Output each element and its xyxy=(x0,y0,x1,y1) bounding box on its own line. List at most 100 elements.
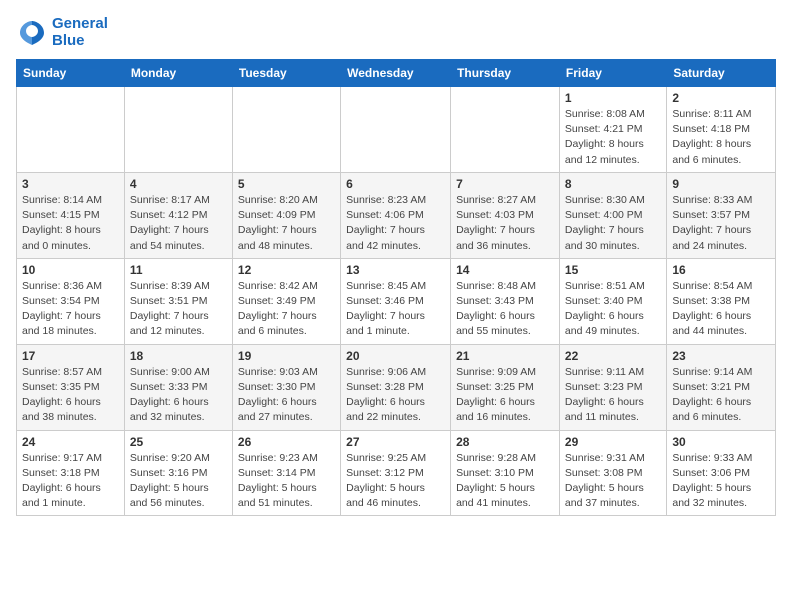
day-number: 8 xyxy=(565,177,661,191)
calendar-cell xyxy=(451,87,560,173)
calendar-cell: 25 Sunrise: 9:20 AM Sunset: 3:16 PM Dayli… xyxy=(124,430,232,516)
day-number: 19 xyxy=(238,349,335,363)
calendar-cell: 11 Sunrise: 8:39 AM Sunset: 3:51 PM Dayli… xyxy=(124,258,232,344)
day-number: 5 xyxy=(238,177,335,191)
day-info: Sunrise: 9:20 AM Sunset: 3:16 PM Dayligh… xyxy=(130,451,227,512)
calendar-cell: 23 Sunrise: 9:14 AM Sunset: 3:21 PM Dayli… xyxy=(667,344,776,430)
day-number: 24 xyxy=(22,435,119,449)
day-number: 28 xyxy=(456,435,554,449)
calendar-week-row: 3 Sunrise: 8:14 AM Sunset: 4:15 PM Daylig… xyxy=(17,172,776,258)
day-info: Sunrise: 8:14 AM Sunset: 4:15 PM Dayligh… xyxy=(22,193,119,254)
calendar-cell: 20 Sunrise: 9:06 AM Sunset: 3:28 PM Dayli… xyxy=(341,344,451,430)
day-info: Sunrise: 9:11 AM Sunset: 3:23 PM Dayligh… xyxy=(565,365,661,426)
calendar-cell: 10Sunrise: 8:36 AM Sunset: 3:54 PM Dayli… xyxy=(17,258,125,344)
calendar-week-row: 10Sunrise: 8:36 AM Sunset: 3:54 PM Dayli… xyxy=(17,258,776,344)
calendar-cell: 2 Sunrise: 8:11 AM Sunset: 4:18 PM Daylig… xyxy=(667,87,776,173)
day-number: 21 xyxy=(456,349,554,363)
page-header: General Blue xyxy=(16,16,776,49)
calendar-cell: 1Sunrise: 8:08 AM Sunset: 4:21 PM Daylig… xyxy=(559,87,666,173)
day-number: 26 xyxy=(238,435,335,449)
calendar-cell: 29 Sunrise: 9:31 AM Sunset: 3:08 PM Dayli… xyxy=(559,430,666,516)
day-info: Sunrise: 8:23 AM Sunset: 4:06 PM Dayligh… xyxy=(346,193,445,254)
weekday-header: Thursday xyxy=(451,60,560,87)
day-number: 17 xyxy=(22,349,119,363)
day-number: 15 xyxy=(565,263,661,277)
day-info: Sunrise: 8:39 AM Sunset: 3:51 PM Dayligh… xyxy=(130,279,227,340)
day-info: Sunrise: 8:11 AM Sunset: 4:18 PM Dayligh… xyxy=(672,107,770,168)
day-number: 23 xyxy=(672,349,770,363)
day-info: Sunrise: 8:17 AM Sunset: 4:12 PM Dayligh… xyxy=(130,193,227,254)
day-number: 4 xyxy=(130,177,227,191)
day-info: Sunrise: 8:48 AM Sunset: 3:43 PM Dayligh… xyxy=(456,279,554,340)
calendar-cell: 16Sunrise: 8:54 AM Sunset: 3:38 PM Dayli… xyxy=(667,258,776,344)
calendar-cell: 9 Sunrise: 8:33 AM Sunset: 3:57 PM Daylig… xyxy=(667,172,776,258)
day-number: 3 xyxy=(22,177,119,191)
calendar-cell: 30 Sunrise: 9:33 AM Sunset: 3:06 PM Dayli… xyxy=(667,430,776,516)
day-info: Sunrise: 9:09 AM Sunset: 3:25 PM Dayligh… xyxy=(456,365,554,426)
day-number: 11 xyxy=(130,263,227,277)
day-info: Sunrise: 9:31 AM Sunset: 3:08 PM Dayligh… xyxy=(565,451,661,512)
calendar-cell: 21 Sunrise: 9:09 AM Sunset: 3:25 PM Dayli… xyxy=(451,344,560,430)
day-info: Sunrise: 9:23 AM Sunset: 3:14 PM Dayligh… xyxy=(238,451,335,512)
day-number: 1 xyxy=(565,91,661,105)
logo-bird-icon xyxy=(16,17,48,49)
calendar-cell: 28 Sunrise: 9:28 AM Sunset: 3:10 PM Dayli… xyxy=(451,430,560,516)
day-number: 2 xyxy=(672,91,770,105)
day-info: Sunrise: 8:33 AM Sunset: 3:57 PM Dayligh… xyxy=(672,193,770,254)
calendar-cell: 19Sunrise: 9:03 AM Sunset: 3:30 PM Dayli… xyxy=(232,344,340,430)
calendar-cell: 22 Sunrise: 9:11 AM Sunset: 3:23 PM Dayli… xyxy=(559,344,666,430)
day-info: Sunrise: 9:17 AM Sunset: 3:18 PM Dayligh… xyxy=(22,451,119,512)
calendar-cell: 26 Sunrise: 9:23 AM Sunset: 3:14 PM Dayli… xyxy=(232,430,340,516)
calendar-cell xyxy=(341,87,451,173)
logo-text-general: General xyxy=(52,16,108,33)
day-number: 6 xyxy=(346,177,445,191)
calendar-cell: 5 Sunrise: 8:20 AM Sunset: 4:09 PM Daylig… xyxy=(232,172,340,258)
calendar-cell: 17 Sunrise: 8:57 AM Sunset: 3:35 PM Dayli… xyxy=(17,344,125,430)
day-number: 14 xyxy=(456,263,554,277)
day-info: Sunrise: 8:51 AM Sunset: 3:40 PM Dayligh… xyxy=(565,279,661,340)
day-info: Sunrise: 8:42 AM Sunset: 3:49 PM Dayligh… xyxy=(238,279,335,340)
day-number: 29 xyxy=(565,435,661,449)
weekday-header: Friday xyxy=(559,60,666,87)
day-info: Sunrise: 8:57 AM Sunset: 3:35 PM Dayligh… xyxy=(22,365,119,426)
calendar-week-row: 1Sunrise: 8:08 AM Sunset: 4:21 PM Daylig… xyxy=(17,87,776,173)
calendar-cell xyxy=(17,87,125,173)
calendar-cell: 14 Sunrise: 8:48 AM Sunset: 3:43 PM Dayli… xyxy=(451,258,560,344)
calendar-cell: 15 Sunrise: 8:51 AM Sunset: 3:40 PM Dayli… xyxy=(559,258,666,344)
day-number: 20 xyxy=(346,349,445,363)
day-info: Sunrise: 9:06 AM Sunset: 3:28 PM Dayligh… xyxy=(346,365,445,426)
day-number: 16 xyxy=(672,263,770,277)
calendar-cell: 8 Sunrise: 8:30 AM Sunset: 4:00 PM Daylig… xyxy=(559,172,666,258)
day-info: Sunrise: 9:33 AM Sunset: 3:06 PM Dayligh… xyxy=(672,451,770,512)
calendar-cell: 4 Sunrise: 8:17 AM Sunset: 4:12 PM Daylig… xyxy=(124,172,232,258)
weekday-header: Wednesday xyxy=(341,60,451,87)
day-number: 22 xyxy=(565,349,661,363)
weekday-header: Tuesday xyxy=(232,60,340,87)
calendar-cell xyxy=(124,87,232,173)
day-number: 13 xyxy=(346,263,445,277)
day-info: Sunrise: 8:36 AM Sunset: 3:54 PM Dayligh… xyxy=(22,279,119,340)
calendar-week-row: 24 Sunrise: 9:17 AM Sunset: 3:18 PM Dayli… xyxy=(17,430,776,516)
day-number: 30 xyxy=(672,435,770,449)
calendar-table: SundayMondayTuesdayWednesdayThursdayFrid… xyxy=(16,59,776,516)
day-info: Sunrise: 8:45 AM Sunset: 3:46 PM Dayligh… xyxy=(346,279,445,340)
calendar-cell: 24 Sunrise: 9:17 AM Sunset: 3:18 PM Dayli… xyxy=(17,430,125,516)
weekday-header-row: SundayMondayTuesdayWednesdayThursdayFrid… xyxy=(17,60,776,87)
calendar-cell: 6 Sunrise: 8:23 AM Sunset: 4:06 PM Daylig… xyxy=(341,172,451,258)
day-info: Sunrise: 9:25 AM Sunset: 3:12 PM Dayligh… xyxy=(346,451,445,512)
day-info: Sunrise: 8:30 AM Sunset: 4:00 PM Dayligh… xyxy=(565,193,661,254)
day-number: 9 xyxy=(672,177,770,191)
day-number: 27 xyxy=(346,435,445,449)
calendar-cell: 12Sunrise: 8:42 AM Sunset: 3:49 PM Dayli… xyxy=(232,258,340,344)
day-info: Sunrise: 9:28 AM Sunset: 3:10 PM Dayligh… xyxy=(456,451,554,512)
day-number: 18 xyxy=(130,349,227,363)
logo-text-blue: Blue xyxy=(52,33,108,50)
calendar-cell: 18Sunrise: 9:00 AM Sunset: 3:33 PM Dayli… xyxy=(124,344,232,430)
day-info: Sunrise: 8:20 AM Sunset: 4:09 PM Dayligh… xyxy=(238,193,335,254)
weekday-header: Monday xyxy=(124,60,232,87)
day-info: Sunrise: 9:14 AM Sunset: 3:21 PM Dayligh… xyxy=(672,365,770,426)
calendar-cell: 27 Sunrise: 9:25 AM Sunset: 3:12 PM Dayli… xyxy=(341,430,451,516)
calendar-cell xyxy=(232,87,340,173)
day-number: 25 xyxy=(130,435,227,449)
calendar-cell: 13 Sunrise: 8:45 AM Sunset: 3:46 PM Dayli… xyxy=(341,258,451,344)
